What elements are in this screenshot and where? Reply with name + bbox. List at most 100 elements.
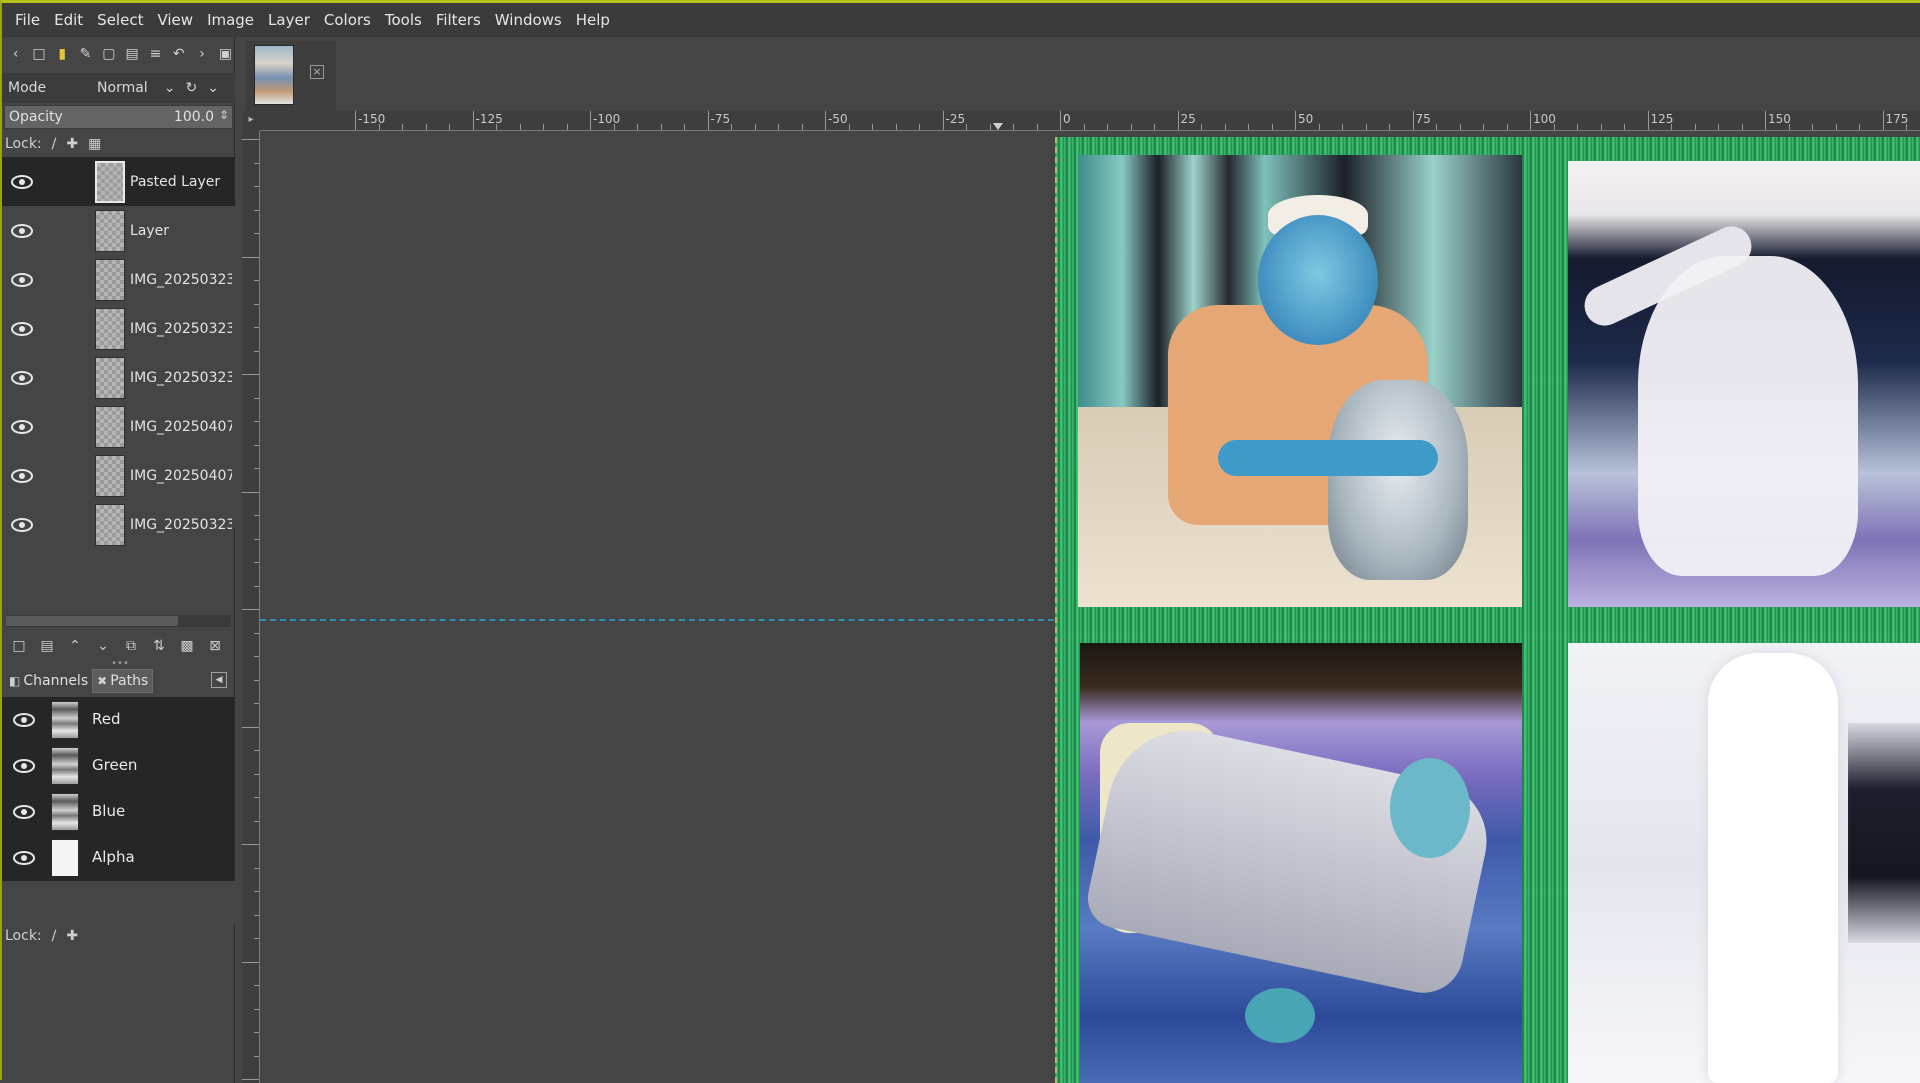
scrollbar-thumb[interactable] <box>6 616 178 626</box>
ruler-corner[interactable]: ▸ <box>242 111 260 131</box>
menu-view[interactable]: View <box>150 3 200 37</box>
opacity-slider[interactable]: Opacity 100.0 ⇕ <box>4 105 233 129</box>
menu-file[interactable]: File <box>8 3 47 37</box>
layer-row[interactable]: IMG_20250323_ <box>2 304 235 353</box>
menu-windows[interactable]: Windows <box>488 3 569 37</box>
eye-icon[interactable] <box>12 758 36 774</box>
layer-row[interactable]: IMG_20250323_ <box>2 353 235 402</box>
move-icon[interactable]: ✚ <box>66 136 78 152</box>
spin-arrows-icon[interactable]: ⇕ <box>219 108 229 122</box>
image-tab-thumbnail[interactable] <box>254 45 294 105</box>
vertical-ruler[interactable] <box>242 131 260 1083</box>
ruler-minor-tick <box>989 124 991 130</box>
eye-icon[interactable] <box>10 419 34 435</box>
ruler-minor-tick <box>1577 124 1578 130</box>
tab-menu-icon[interactable]: ◀ <box>211 672 227 688</box>
menu-edit[interactable]: Edit <box>47 3 90 37</box>
ruler-label: 0 <box>1063 112 1071 126</box>
tool-options-icon[interactable]: □ <box>29 43 48 65</box>
chevron-down-icon[interactable]: ⌄ <box>207 80 219 96</box>
menu-select[interactable]: Select <box>90 3 150 37</box>
pointer-position-marker <box>993 123 1003 130</box>
lower-layer-icon[interactable]: ⌄ <box>92 635 114 657</box>
eye-icon[interactable] <box>10 321 34 337</box>
ruler-tick <box>254 233 259 234</box>
eye-icon[interactable] <box>10 370 34 386</box>
layers-stack-icon[interactable]: ≡ <box>146 43 165 65</box>
display-icon[interactable]: ▢ <box>99 43 118 65</box>
image-canvas[interactable] <box>260 131 1920 1083</box>
photo-figure-head <box>1258 215 1378 345</box>
ruler-tick <box>254 468 259 469</box>
layers-button-bar: □ ▤ ⌃ ⌄ ⧉ ⇅ ▩ ⊠ <box>2 631 235 661</box>
merge-layer-icon[interactable]: ⇅ <box>148 635 170 657</box>
layer-row[interactable]: IMG_20250407_ <box>2 402 235 451</box>
layer-row[interactable]: IMG_20250323_ <box>2 500 235 549</box>
close-icon[interactable]: × <box>310 65 324 79</box>
mode-reset-icon[interactable]: ↻ <box>186 80 198 96</box>
checker-icon[interactable]: ▦ <box>88 136 101 152</box>
channel-row[interactable]: Red <box>2 697 235 743</box>
dock-menu-icon[interactable]: ▣ <box>216 43 235 65</box>
menu-colors[interactable]: Colors <box>317 3 378 37</box>
ruler-tick <box>242 961 259 963</box>
forward-arrow-icon[interactable]: › <box>192 43 211 65</box>
ruler-minor-tick <box>613 124 615 130</box>
eye-icon[interactable] <box>10 272 34 288</box>
menu-layer[interactable]: Layer <box>261 3 317 37</box>
ruler-minor-tick <box>1506 124 1508 130</box>
ruler-tick <box>242 609 259 610</box>
eye-icon[interactable] <box>10 174 34 190</box>
layer-row[interactable]: Pasted Layer <box>2 157 235 206</box>
menu-filters[interactable]: Filters <box>429 3 488 37</box>
pencil-icon[interactable]: ∕ <box>52 136 57 152</box>
mode-select[interactable]: Normal <box>97 80 164 96</box>
layers-horizontal-scrollbar[interactable] <box>6 615 231 627</box>
palette-icon[interactable]: ▮ <box>53 43 72 65</box>
ruler-minor-tick <box>1812 124 1813 130</box>
raise-layer-icon[interactable]: ⌃ <box>64 635 86 657</box>
undo-history-icon[interactable]: ↶ <box>169 43 188 65</box>
delete-layer-icon[interactable]: ⊠ <box>204 635 226 657</box>
move-icon[interactable]: ✚ <box>66 928 78 944</box>
eye-icon[interactable] <box>10 517 34 533</box>
ruler-minor-tick <box>1365 124 1367 130</box>
new-layer-icon[interactable]: □ <box>8 635 30 657</box>
brush-icon[interactable]: ✎ <box>76 43 95 65</box>
channel-row[interactable]: Alpha <box>2 835 235 881</box>
ruler-label: 75 <box>1415 112 1431 126</box>
ruler-minor-tick <box>684 124 685 130</box>
eye-icon[interactable] <box>10 468 34 484</box>
eye-icon[interactable] <box>12 804 36 820</box>
channel-row[interactable]: Blue <box>2 789 235 835</box>
eye-icon[interactable] <box>10 223 34 239</box>
ruler-tick <box>254 1008 259 1010</box>
menu-image[interactable]: Image <box>200 3 261 37</box>
ruler-tick <box>242 491 259 493</box>
chevron-down-icon[interactable]: ⌄ <box>164 80 176 96</box>
ruler-minor-tick <box>1224 124 1226 130</box>
layer-row[interactable]: IMG_20250407_ <box>2 451 235 500</box>
ruler-tick <box>254 562 259 563</box>
ruler-minor-tick <box>660 124 662 130</box>
ruler-minor-tick <box>778 124 779 130</box>
pencil-icon[interactable]: ∕ <box>52 928 57 944</box>
eye-icon[interactable] <box>12 712 36 728</box>
menu-help[interactable]: Help <box>569 3 617 37</box>
ruler-minor-tick <box>1436 124 1437 130</box>
back-arrow-icon[interactable]: ‹ <box>6 43 25 65</box>
mask-icon[interactable]: ▩ <box>176 635 198 657</box>
horizontal-ruler[interactable]: -150 -125 -100 -75 -50 -25 0 25 50 75 100 125 150 175 <box>260 111 1920 131</box>
menu-tools[interactable]: Tools <box>378 3 429 37</box>
tab-channels[interactable]: ◧ Channels <box>5 669 92 693</box>
eye-icon[interactable] <box>12 850 36 866</box>
duplicate-layer-icon[interactable]: ⧉ <box>120 635 142 657</box>
document-icon[interactable]: ▤ <box>122 43 141 65</box>
ruler-tick <box>1765 111 1766 130</box>
tab-paths[interactable]: ✖ Paths <box>92 669 154 693</box>
new-layer-group-icon[interactable]: ▤ <box>36 635 58 657</box>
layer-row[interactable]: IMG_20250323_ <box>2 255 235 304</box>
layer-row[interactable]: Layer <box>2 206 235 255</box>
image-content[interactable] <box>1055 137 1920 1083</box>
channel-row[interactable]: Green <box>2 743 235 789</box>
